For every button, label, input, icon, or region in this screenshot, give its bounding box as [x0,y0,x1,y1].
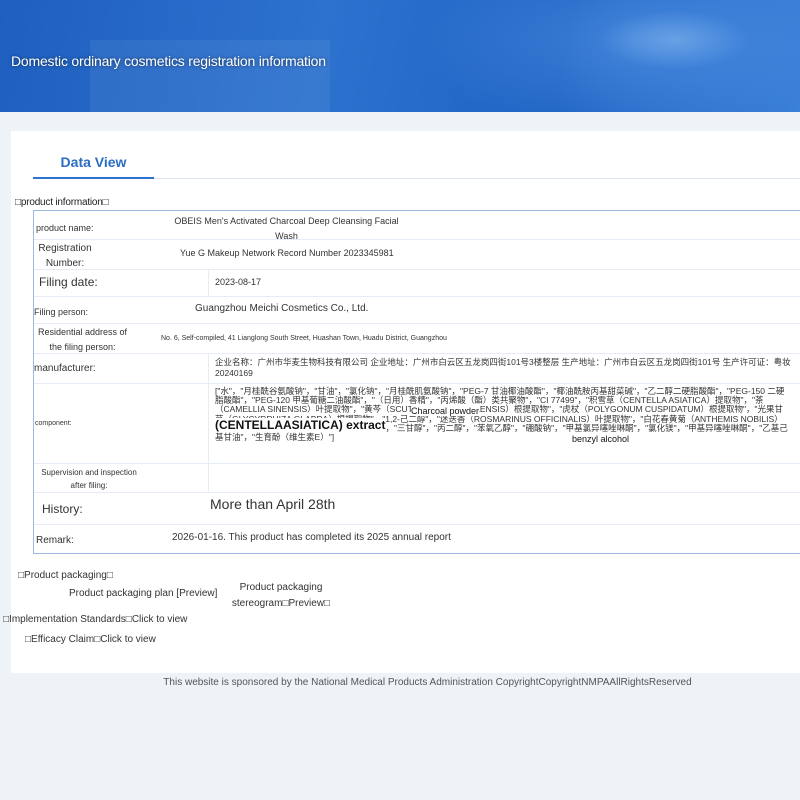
label-history: History: [42,502,83,516]
banner-decoration [600,10,750,70]
label-filing-address: Residential address of the filing person… [37,327,128,352]
component-overlay-centella: (CENTELLAASIATICA) extract [215,418,386,432]
value-supervision [215,464,791,492]
table-row: Filing person: Guangzhou Meichi Cosmetic… [34,297,800,324]
label-filing-date: Filing date: [39,275,98,289]
value-filing-date: 2023-08-17 [215,277,262,287]
table-row: History: More than April 28th [34,493,800,525]
value-remark: 2026-01-16. This product has completed i… [172,532,451,543]
table-row: Residential address of the filing person… [34,324,800,354]
table-row: Remark: 2026-01-16. This product has com… [34,525,800,553]
banner-decoration [90,40,330,112]
value-filing-address: No. 6, Self-compiled, 41 Lianglong South… [161,335,447,342]
label-supervision: Supervision and inspection after filing: [41,468,137,490]
section-product-packaging: □Product packaging□ [18,570,113,581]
header-banner: Domestic ordinary cosmetics registration… [0,0,800,112]
packaging-stereogram-preview-link[interactable]: Product packaging stereogram□Preview□ [231,580,331,612]
tab-bar: Data View [33,151,800,179]
component-overlay-charcoal: Charcoal powder [411,406,480,416]
label-manufacturer: manufacturer: [34,363,96,374]
component-overlay-benzyl-alcohol: benzyl alcohol [572,434,630,444]
label-filing-person: Filing person: [34,307,89,317]
table-row: manufacturer: 企业名称：广州市华麦生物科技有限公司 企业地址：广州… [34,354,800,384]
main-card: Data View □product information□ product … [3,131,800,673]
table-row: Supervision and inspection after filing: [34,464,800,493]
value-history: More than April 28th [210,496,336,512]
page-title: Domestic ordinary cosmetics registration… [11,53,326,69]
label-registration-number: Registration Number: [38,243,92,269]
value-product-name: OBEIS Men's Activated Charcoal Deep Clea… [174,216,399,241]
table-row: product name: OBEIS Men's Activated Char… [34,211,800,241]
value-registration-number: Yue G Makeup Network Record Number 20233… [180,248,394,258]
efficacy-claim-link[interactable]: □Efficacy Claim□Click to view [25,634,156,645]
tab-data-view[interactable]: Data View [33,151,154,179]
product-info-table: product name: OBEIS Men's Activated Char… [33,210,800,554]
value-filing-person: Guangzhou Meichi Cosmetics Co., Ltd. [195,303,369,314]
section-product-information: □product information□ [15,197,109,208]
table-row: Registration Number: Yue G Makeup Networ… [34,240,800,270]
table-row: component: ["水"，"月桂酰谷氨酸钠"，"甘油"，"氯化钠"，"月桂… [34,384,800,464]
implementation-standards-link[interactable]: □Implementation Standards□Click to view [3,614,187,625]
footer-copyright: This website is sponsored by the Nationa… [163,677,692,688]
table-row: Filing date: 2023-08-17 [34,270,800,297]
value-manufacturer: 企业名称：广州市华麦生物科技有限公司 企业地址：广州市白云区五龙岗四街101号3… [215,357,791,378]
packaging-plan-preview-link[interactable]: Product packaging plan [Preview] [69,588,217,599]
label-component: component: [35,420,72,427]
